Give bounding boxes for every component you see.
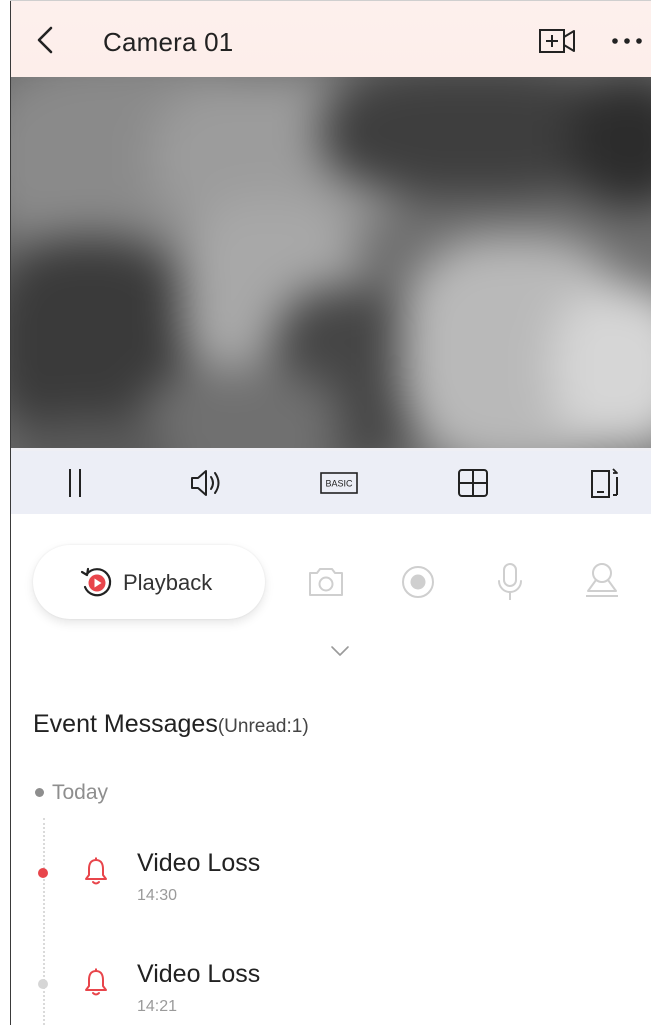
page-title: Camera 01 bbox=[103, 27, 234, 57]
quality-basic-icon: BASIC bbox=[320, 472, 358, 494]
bell-icon bbox=[85, 857, 107, 885]
pause-button[interactable] bbox=[55, 463, 95, 503]
ptz-icon bbox=[586, 563, 618, 597]
playback-label: Playback bbox=[123, 570, 213, 595]
event-messages-heading: Event Messages(Unread:1) bbox=[33, 710, 309, 739]
playback-button[interactable]: Playback bbox=[33, 545, 265, 619]
unread-count: (Unread:1) bbox=[217, 716, 309, 737]
timeline-group-dot bbox=[35, 788, 44, 797]
player-controls-bar: BASIC bbox=[11, 451, 651, 514]
date-group-label: Today bbox=[52, 781, 109, 804]
event-title: Video Loss bbox=[137, 960, 261, 988]
video-feed[interactable] bbox=[11, 77, 651, 451]
bell-icon bbox=[85, 968, 107, 996]
add-camera-icon bbox=[539, 29, 575, 53]
volume-button[interactable] bbox=[187, 463, 227, 503]
playback-icon bbox=[80, 567, 112, 597]
rotate-screen-button[interactable] bbox=[587, 463, 627, 503]
event-time: 14:21 bbox=[137, 998, 178, 1015]
layout-button[interactable] bbox=[453, 463, 493, 503]
timeline-line bbox=[43, 818, 45, 1025]
event-messages-title: Event Messages bbox=[33, 710, 218, 738]
ptz-button[interactable] bbox=[582, 560, 622, 604]
add-camera-button[interactable] bbox=[537, 26, 577, 56]
camera-icon bbox=[309, 568, 343, 596]
microphone-icon bbox=[498, 563, 522, 600]
event-title: Video Loss bbox=[137, 849, 261, 877]
snapshot-button[interactable] bbox=[306, 560, 346, 604]
camera-live-view-page: Camera 01 BASIC Playback Event Messages(… bbox=[0, 0, 651, 1025]
more-button[interactable] bbox=[609, 29, 649, 53]
chevron-down-icon bbox=[331, 646, 349, 656]
speaker-icon bbox=[191, 470, 220, 496]
talk-button[interactable] bbox=[490, 560, 530, 604]
expand-actions-button[interactable] bbox=[328, 642, 352, 660]
event-time: 14:30 bbox=[137, 887, 178, 904]
top-bar: Camera 01 bbox=[11, 1, 651, 77]
grid-icon bbox=[458, 469, 488, 497]
chevron-left-icon bbox=[37, 26, 53, 54]
quality-button[interactable]: BASIC bbox=[319, 463, 359, 503]
record-icon bbox=[402, 566, 434, 598]
quality-label: BASIC bbox=[325, 479, 353, 489]
back-button[interactable] bbox=[33, 25, 59, 55]
pause-icon bbox=[69, 469, 81, 497]
record-button[interactable] bbox=[398, 560, 438, 604]
read-dot bbox=[38, 979, 48, 989]
rotate-screen-icon bbox=[591, 468, 618, 498]
more-dots-icon bbox=[612, 38, 642, 44]
video-frame bbox=[11, 77, 651, 451]
unread-dot bbox=[38, 868, 48, 878]
